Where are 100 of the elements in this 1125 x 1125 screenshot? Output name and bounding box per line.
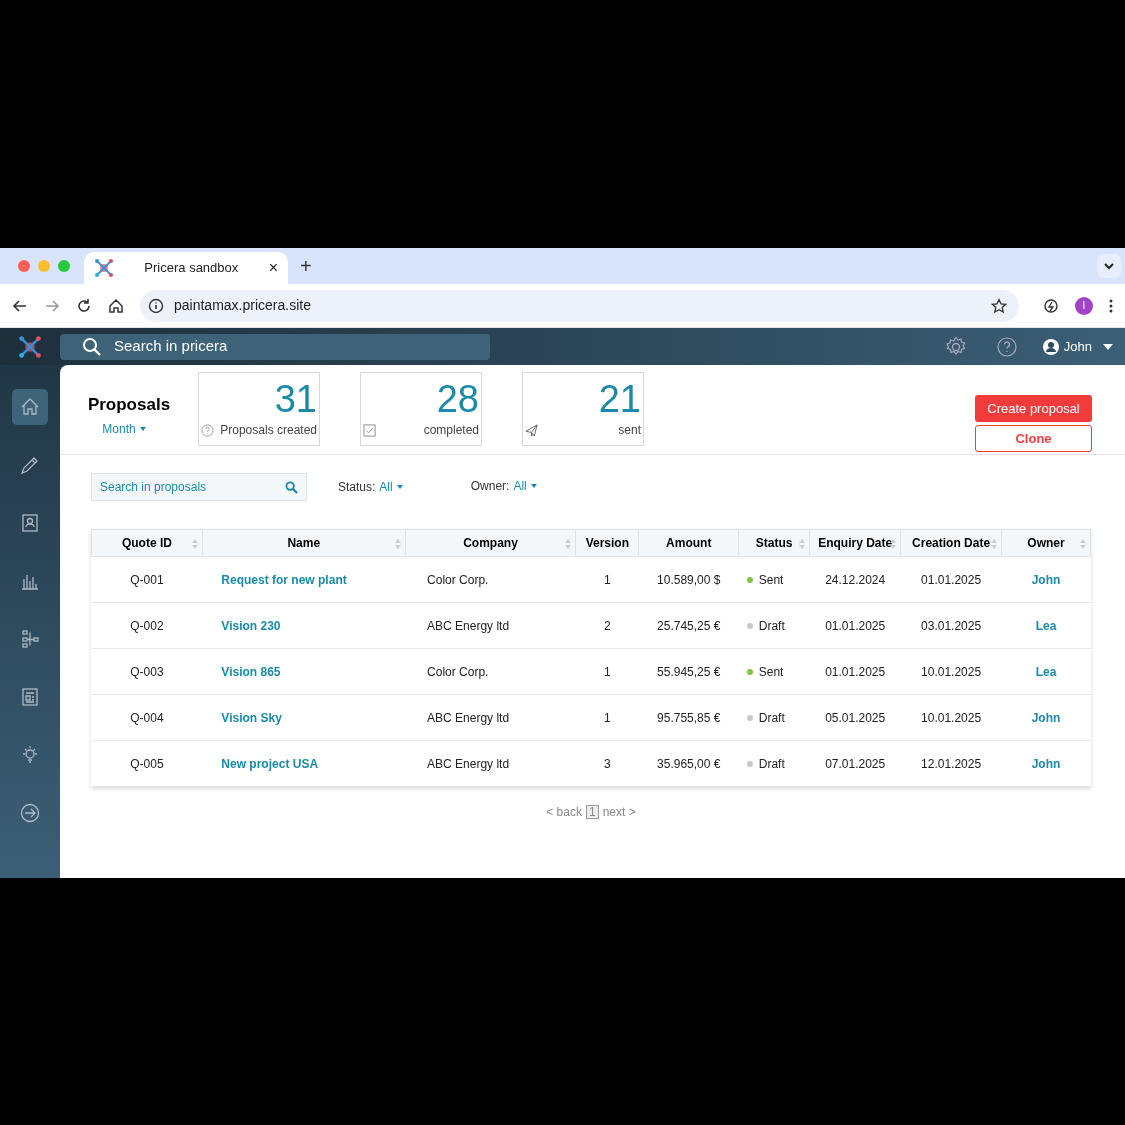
- close-tab-button[interactable]: ×: [268, 256, 278, 280]
- enquiry-date: 07.01.2025: [825, 756, 886, 771]
- caret-icon: [530, 483, 537, 488]
- caret-icon: [396, 485, 403, 489]
- document-icon: [19, 686, 41, 708]
- back-icon[interactable]: [12, 297, 28, 314]
- user-icon: [1042, 338, 1059, 355]
- owner-filter[interactable]: Owner: All: [470, 476, 537, 495]
- global-search-field[interactable]: Search in pricera: [60, 333, 490, 360]
- browser-tab[interactable]: Pricera sandbox ×: [84, 252, 288, 284]
- column-header[interactable]: Owner: [1027, 536, 1065, 550]
- status-label: Sent: [758, 664, 784, 681]
- column-header[interactable]: Name: [287, 536, 321, 550]
- column-header[interactable]: Amount: [666, 536, 712, 550]
- creation-date: 12.01.2025: [921, 756, 982, 771]
- next-link[interactable]: next >: [602, 803, 636, 821]
- column-header[interactable]: Version: [585, 536, 630, 550]
- owner-link[interactable]: Lea: [1035, 664, 1057, 679]
- paper-plane-icon: [525, 423, 538, 437]
- status-label: Draft: [758, 618, 785, 635]
- hierarchy-icon: [19, 628, 41, 650]
- close-window-button[interactable]: [18, 260, 30, 272]
- version-number: 1: [604, 710, 611, 725]
- logo-icon[interactable]: [18, 334, 42, 359]
- creation-date: 03.01.2025: [921, 618, 982, 633]
- enquiry-date: 05.01.2025: [825, 710, 886, 725]
- create-proposal-button[interactable]: Create proposal: [975, 395, 1092, 422]
- quote-id: Q-002: [130, 618, 164, 633]
- period-dropdown[interactable]: Month: [102, 419, 146, 438]
- contact-icon: [19, 512, 41, 534]
- column-header[interactable]: Creation Date: [912, 536, 991, 550]
- caret-icon: [139, 426, 146, 431]
- amount-value: 55.945,25 €: [657, 664, 721, 679]
- proposal-name-link[interactable]: Vision Sky: [221, 710, 282, 725]
- user-menu[interactable]: John: [1042, 336, 1113, 357]
- enquiry-date: 24.12.2024: [825, 572, 886, 587]
- quote-id: Q-001: [130, 572, 164, 587]
- amount-value: 95.755,85 €: [657, 710, 721, 725]
- star-icon[interactable]: [991, 297, 1007, 314]
- column-header[interactable]: Enquiry Date: [818, 536, 893, 550]
- help-icon[interactable]: [996, 336, 1017, 357]
- back-link[interactable]: < back: [546, 803, 582, 821]
- enquiry-date: 01.01.2025: [825, 664, 886, 679]
- company-name: Color Corp.: [427, 572, 489, 587]
- company-name: Color Corp.: [427, 664, 489, 679]
- amount-value: 10.589,00 $: [657, 572, 721, 587]
- clone-button[interactable]: Clone: [975, 425, 1092, 452]
- tab-list-button[interactable]: [1097, 254, 1121, 278]
- info-icon[interactable]: [148, 297, 164, 314]
- amount-value: 25.745,25 €: [657, 618, 721, 633]
- stat-label: sent: [618, 422, 641, 439]
- owner-link[interactable]: Lea: [1035, 618, 1057, 633]
- creation-date: 01.01.2025: [921, 572, 982, 587]
- proposal-search-field[interactable]: Search in proposals: [91, 473, 307, 501]
- sort-icon[interactable]: [890, 539, 897, 549]
- creation-date: 10.01.2025: [921, 710, 982, 725]
- forward-icon[interactable]: [44, 297, 60, 314]
- maximize-window-button[interactable]: [58, 260, 70, 272]
- search-icon: [285, 480, 298, 494]
- page-title: Proposals: [87, 394, 171, 416]
- amount-value: 35.965,00 €: [657, 756, 721, 771]
- status-label: Draft: [758, 756, 785, 773]
- enquiry-date: 01.01.2025: [825, 618, 886, 633]
- version-number: 2: [604, 618, 611, 633]
- company-name: ABC Energy ltd: [427, 756, 510, 771]
- page-number[interactable]: 1: [586, 805, 599, 819]
- owner-link[interactable]: John: [1031, 710, 1061, 725]
- help-icon: [201, 423, 214, 437]
- status-filter[interactable]: Status: All: [338, 478, 403, 496]
- proposal-name-link[interactable]: New project USA: [221, 756, 319, 771]
- column-header[interactable]: Company: [463, 536, 518, 550]
- company-name: ABC Energy ltd: [427, 618, 510, 633]
- owner-link[interactable]: John: [1031, 572, 1061, 587]
- reload-icon[interactable]: [76, 297, 92, 314]
- logo-icon: [94, 258, 114, 278]
- quote-id: Q-005: [130, 756, 164, 771]
- menu-icon[interactable]: [1109, 297, 1113, 314]
- proposal-name-link[interactable]: Request for new plant: [221, 572, 347, 587]
- version-number: 3: [604, 756, 611, 771]
- arrow-circle-icon: [19, 802, 41, 824]
- proposal-name-link[interactable]: Vision 230: [221, 618, 281, 633]
- sidebar-item[interactable]: [12, 389, 48, 425]
- quote-id: Q-004: [130, 710, 164, 725]
- proposal-name-link[interactable]: Vision 865: [221, 664, 281, 679]
- checkbox-icon: [363, 423, 376, 437]
- search-icon: [82, 336, 102, 357]
- stat-value: 28: [435, 377, 479, 421]
- profile-avatar[interactable]: I: [1075, 296, 1093, 315]
- column-header[interactable]: Status: [755, 536, 793, 550]
- owner-link[interactable]: John: [1031, 756, 1061, 771]
- column-header[interactable]: Quote ID: [121, 536, 172, 550]
- address-bar[interactable]: paintamax.pricera.site: [140, 289, 1019, 322]
- status-label: Sent: [758, 572, 784, 589]
- quote-id: Q-003: [130, 664, 164, 679]
- caret-icon: [1103, 343, 1113, 350]
- status-label: Draft: [758, 710, 785, 727]
- company-name: ABC Energy ltd: [427, 710, 510, 725]
- new-tab-button[interactable]: +: [300, 251, 312, 281]
- version-number: 1: [604, 664, 611, 679]
- home-icon[interactable]: [108, 297, 124, 314]
